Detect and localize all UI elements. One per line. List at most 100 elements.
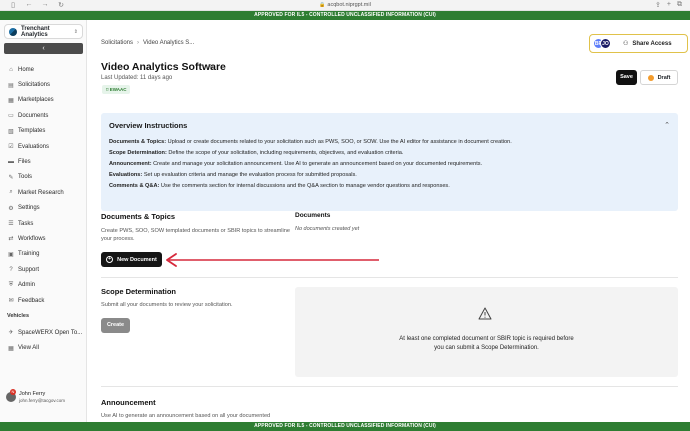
collapse-sidebar-button[interactable]: ‹ [4,43,83,54]
chevron-up-icon[interactable]: ⌃ [664,121,670,129]
folder-icon: ▬ [8,159,14,166]
file-icon: ▭ [8,113,14,120]
last-updated: Last Updated: 11 days ago [101,75,173,81]
scope-requirement-message: At least one completed document or SBIR … [399,336,574,351]
scope-requirement-panel: At least one completed document or SBIR … [295,287,678,377]
share-access-label: Share Access [632,40,672,47]
new-tab-icon[interactable]: + [667,1,671,9]
sidebar-item-evaluations[interactable]: ☑ Evaluations [0,139,87,154]
announcement-description: Use AI to generate an announcement based… [101,413,271,419]
template-icon: ▧ [8,128,14,135]
vehicles-list: ✈ SpaceWERX Open To... ▦ View All [0,325,87,356]
sidebar-item-feedback[interactable]: ✉ Feedback [0,293,87,308]
shield-icon: ⛨ [8,281,14,288]
vehicle-item-1[interactable]: ▦ View All [0,340,87,355]
sidebar-item-files[interactable]: ▬ Files [0,154,87,169]
sidebar-item-label: Home [18,66,35,73]
chevron-right-icon: › [137,40,140,46]
sidebar-item-training[interactable]: ▣ Training [0,247,87,262]
sidebar-item-label: Training [18,251,40,258]
draft-status-button[interactable]: Draft [640,70,678,85]
sidebar-item-label: Admin [18,282,36,289]
documents-topics-title: Documents & Topics [101,212,176,221]
sidebar-item-label: Solicitations [18,82,51,89]
vehicle-item-label: View All [18,345,39,352]
breadcrumb-solicitations[interactable]: Solicitations [101,40,133,46]
breadcrumb: Solicitations › Video Analytics S... [101,40,194,46]
org-logo [9,27,17,36]
overview-line: Comments & Q&A: Use the comments section… [109,181,669,192]
user-name: John Ferry [19,391,46,397]
overview-line-text: Define the scope of your solicitation, i… [166,150,404,156]
classification-banner-top: APPROVED FOR IL5 - CONTROLLED UNCLASSIFI… [0,11,690,20]
sidebar-item-workflows[interactable]: ⇄ Workflows [0,231,87,246]
user-email: john.ferry@tacgov.com [19,398,66,403]
notification-badge: N [10,389,16,395]
create-scope-button[interactable]: Create [101,318,130,333]
overview-line-label: Announcement: [109,161,152,167]
tag-label: EWAAC [109,87,127,92]
share-icon[interactable]: ⇪ [655,1,661,9]
workflow-icon: ⇄ [8,236,14,243]
sidebar-item-label: Marketplaces [18,97,54,104]
tasks-icon: ☰ [8,221,14,228]
sidebar-nav: ⌂ Home ▤ Solicitations ▦ Marketplaces ▭ Documen… [0,62,87,308]
overview-line: Announcement: Create and manage your sol… [109,159,669,170]
chevron-updown-icon: ⇕ [73,28,78,35]
org-switcher[interactable]: Trenchant Analytics ⇕ [4,24,83,39]
sidebar-item-support[interactable]: ? Support [0,262,87,277]
sidebar-item-templates[interactable]: ▧ Templates [0,124,87,139]
overview-line-label: Documents & Topics: [109,139,167,145]
sidebar-item-label: Settings [18,205,40,212]
sidebar-item-documents[interactable]: ▭ Documents [0,108,87,123]
overview-line-label: Scope Determination: [109,150,167,156]
lock-icon: 🔒 [319,2,326,8]
sidebar-item-marketplaces[interactable]: ▦ Marketplaces [0,93,87,108]
documents-list-title: Documents [295,212,331,219]
sidebar-item-label: Market Research [18,189,64,196]
sidebar-item-settings[interactable]: ⚙ Settings [0,201,87,216]
main-content: Solicitations › Video Analytics S... BR JO… [88,20,690,422]
share-access-button[interactable]: ⚇ Share Access [623,40,672,48]
vehicle-item-0[interactable]: ✈ SpaceWERX Open To... [0,325,87,340]
overview-line: Documents & Topics: Upload or create doc… [109,137,669,148]
overview-line-text: Use the comments section for internal di… [159,183,450,189]
avatar-jo[interactable]: JO [600,38,611,49]
section-divider [101,277,678,278]
plus-circle-icon: + [106,256,114,263]
edit-icon[interactable]: ✎ [208,63,214,71]
tools-icon: ✎ [8,174,14,181]
overview-lines: Documents & Topics: Upload or create doc… [109,137,669,192]
address-bar[interactable]: 🔒 acqbot.niprgpt.mil [0,2,690,8]
sidebar-item-tasks[interactable]: ☰ Tasks [0,216,87,231]
rocket-icon: ✈ [8,330,14,337]
sidebar-item-tools[interactable]: ✎ Tools [0,170,87,185]
sidebar-item-solicitations[interactable]: ▤ Solicitations [0,77,87,92]
overview-instructions-panel: Overview Instructions ⌃ Documents & Topi… [101,113,678,211]
sidebar-item-label: Evaluations [18,143,50,150]
draft-label: Draft [657,74,671,81]
users-icon: ⚇ [623,41,629,47]
user-profile[interactable]: N John Ferry john.ferry@tacgov.com [5,389,85,415]
document-icon: ▤ [8,82,14,89]
sidebar-item-label: Feedback [18,297,45,304]
feedback-icon: ✉ [8,298,14,305]
vehicle-item-label: SpaceWERX Open To... [18,329,83,336]
sidebar-item-label: Tools [18,174,33,181]
draft-status-dot [647,74,654,81]
save-button[interactable]: Save [616,70,637,85]
sidebar-item-market-research[interactable]: ⌕ Market Research [0,185,87,200]
scope-determination-description: Submit all your documents to review your… [101,302,233,308]
overview-line: Scope Determination: Define the scope of… [109,148,669,159]
store-icon: ▦ [8,97,14,104]
overview-line-text: Set up evaluation criteria and manage th… [142,172,357,178]
announcement-title: Announcement [101,398,156,407]
sidebar-item-home[interactable]: ⌂ Home [0,62,87,77]
gear-icon: ⚙ [8,205,14,212]
new-document-button[interactable]: + New Document [101,252,162,267]
tabs-overview-icon[interactable]: ⧉ [677,1,682,9]
overview-title: Overview Instructions [109,121,188,130]
training-icon: ▣ [8,251,14,258]
sidebar-item-admin[interactable]: ⛨ Admin [0,277,87,292]
vehicle-tag: ⌑ EWAAC [102,85,131,94]
